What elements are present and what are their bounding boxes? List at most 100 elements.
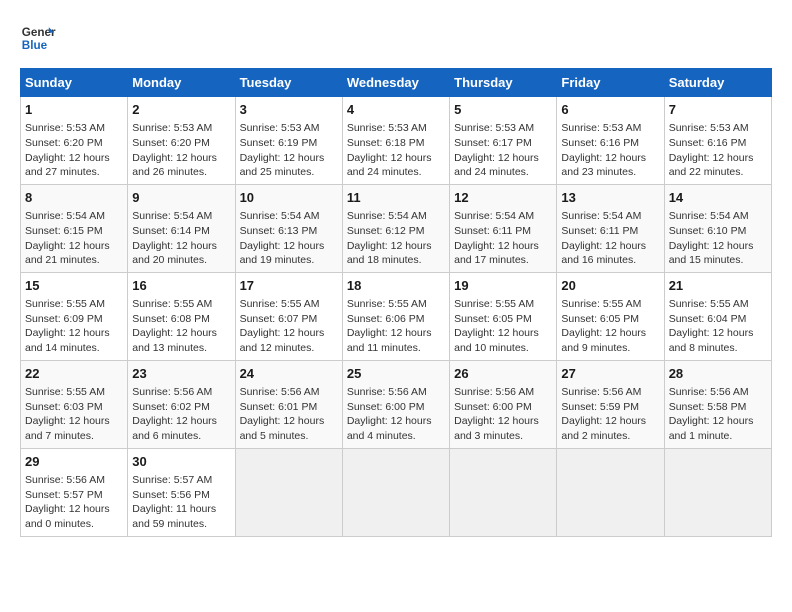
cell-text: Sunrise: 5:56 AM [347,385,445,400]
page-header: General Blue [20,20,772,56]
calendar-cell [557,448,664,536]
cell-text: Sunrise: 5:55 AM [240,297,338,312]
calendar-cell: 23Sunrise: 5:56 AMSunset: 6:02 PMDayligh… [128,360,235,448]
cell-text: Daylight: 12 hours and 20 minutes. [132,239,230,268]
calendar-cell: 7Sunrise: 5:53 AMSunset: 6:16 PMDaylight… [664,97,771,185]
calendar-cell: 4Sunrise: 5:53 AMSunset: 6:18 PMDaylight… [342,97,449,185]
cell-text: Daylight: 12 hours and 18 minutes. [347,239,445,268]
calendar-cell: 29Sunrise: 5:56 AMSunset: 5:57 PMDayligh… [21,448,128,536]
cell-text: Daylight: 12 hours and 23 minutes. [561,151,659,180]
calendar-cell: 21Sunrise: 5:55 AMSunset: 6:04 PMDayligh… [664,272,771,360]
cell-text: Sunset: 5:57 PM [25,488,123,503]
cell-text: Sunrise: 5:53 AM [669,121,767,136]
cell-text: Daylight: 12 hours and 14 minutes. [25,326,123,355]
cell-text: Daylight: 12 hours and 25 minutes. [240,151,338,180]
calendar-cell: 24Sunrise: 5:56 AMSunset: 6:01 PMDayligh… [235,360,342,448]
calendar-cell [664,448,771,536]
cell-text: Daylight: 12 hours and 15 minutes. [669,239,767,268]
cell-text: Sunset: 5:56 PM [132,488,230,503]
cell-text: Sunrise: 5:56 AM [561,385,659,400]
cell-text: Daylight: 12 hours and 10 minutes. [454,326,552,355]
cell-text: Sunset: 6:00 PM [347,400,445,415]
cell-text: Sunrise: 5:55 AM [454,297,552,312]
cell-text: Sunrise: 5:56 AM [454,385,552,400]
column-header-tuesday: Tuesday [235,69,342,97]
calendar-cell: 15Sunrise: 5:55 AMSunset: 6:09 PMDayligh… [21,272,128,360]
day-number: 26 [454,365,552,383]
logo: General Blue [20,20,56,56]
calendar-cell: 11Sunrise: 5:54 AMSunset: 6:12 PMDayligh… [342,184,449,272]
cell-text: Sunset: 5:58 PM [669,400,767,415]
calendar-cell: 22Sunrise: 5:55 AMSunset: 6:03 PMDayligh… [21,360,128,448]
cell-text: Sunset: 6:02 PM [132,400,230,415]
cell-text: Sunset: 6:05 PM [454,312,552,327]
svg-text:Blue: Blue [22,39,48,52]
cell-text: Sunrise: 5:54 AM [25,209,123,224]
calendar-cell: 19Sunrise: 5:55 AMSunset: 6:05 PMDayligh… [450,272,557,360]
cell-text: Sunrise: 5:55 AM [25,297,123,312]
cell-text: Sunrise: 5:54 AM [347,209,445,224]
day-number: 27 [561,365,659,383]
cell-text: Daylight: 12 hours and 22 minutes. [669,151,767,180]
column-header-friday: Friday [557,69,664,97]
cell-text: Sunset: 6:19 PM [240,136,338,151]
cell-text: Daylight: 12 hours and 6 minutes. [132,414,230,443]
calendar-cell: 14Sunrise: 5:54 AMSunset: 6:10 PMDayligh… [664,184,771,272]
cell-text: Daylight: 12 hours and 21 minutes. [25,239,123,268]
column-header-thursday: Thursday [450,69,557,97]
cell-text: Daylight: 12 hours and 16 minutes. [561,239,659,268]
cell-text: Sunrise: 5:55 AM [347,297,445,312]
calendar-cell: 20Sunrise: 5:55 AMSunset: 6:05 PMDayligh… [557,272,664,360]
column-header-saturday: Saturday [664,69,771,97]
cell-text: Daylight: 12 hours and 27 minutes. [25,151,123,180]
cell-text: Sunset: 6:13 PM [240,224,338,239]
cell-text: Sunset: 6:09 PM [25,312,123,327]
cell-text: Sunrise: 5:54 AM [561,209,659,224]
cell-text: Sunset: 6:08 PM [132,312,230,327]
day-number: 14 [669,189,767,207]
cell-text: Sunrise: 5:53 AM [347,121,445,136]
day-number: 1 [25,101,123,119]
cell-text: Sunset: 5:59 PM [561,400,659,415]
cell-text: Sunset: 6:00 PM [454,400,552,415]
cell-text: Sunset: 6:11 PM [454,224,552,239]
cell-text: Sunset: 6:20 PM [132,136,230,151]
cell-text: Sunrise: 5:54 AM [132,209,230,224]
day-number: 2 [132,101,230,119]
cell-text: Daylight: 12 hours and 2 minutes. [561,414,659,443]
calendar-cell: 16Sunrise: 5:55 AMSunset: 6:08 PMDayligh… [128,272,235,360]
day-number: 29 [25,453,123,471]
cell-text: Sunset: 6:07 PM [240,312,338,327]
cell-text: Sunset: 6:16 PM [561,136,659,151]
cell-text: Sunrise: 5:55 AM [25,385,123,400]
cell-text: Sunrise: 5:55 AM [132,297,230,312]
cell-text: Daylight: 12 hours and 12 minutes. [240,326,338,355]
day-number: 18 [347,277,445,295]
day-number: 5 [454,101,552,119]
calendar-cell [342,448,449,536]
cell-text: Sunrise: 5:55 AM [669,297,767,312]
cell-text: Sunrise: 5:54 AM [454,209,552,224]
cell-text: Daylight: 12 hours and 8 minutes. [669,326,767,355]
cell-text: Sunset: 6:04 PM [669,312,767,327]
day-number: 28 [669,365,767,383]
cell-text: Daylight: 12 hours and 11 minutes. [347,326,445,355]
cell-text: Sunrise: 5:56 AM [669,385,767,400]
cell-text: Daylight: 12 hours and 13 minutes. [132,326,230,355]
week-row-3: 22Sunrise: 5:55 AMSunset: 6:03 PMDayligh… [21,360,772,448]
cell-text: Daylight: 12 hours and 24 minutes. [454,151,552,180]
calendar-table: SundayMondayTuesdayWednesdayThursdayFrid… [20,68,772,537]
day-number: 25 [347,365,445,383]
calendar-cell: 3Sunrise: 5:53 AMSunset: 6:19 PMDaylight… [235,97,342,185]
cell-text: Sunrise: 5:56 AM [240,385,338,400]
cell-text: Sunrise: 5:53 AM [132,121,230,136]
cell-text: Sunset: 6:06 PM [347,312,445,327]
calendar-cell: 9Sunrise: 5:54 AMSunset: 6:14 PMDaylight… [128,184,235,272]
cell-text: Daylight: 12 hours and 7 minutes. [25,414,123,443]
cell-text: Sunrise: 5:57 AM [132,473,230,488]
column-header-wednesday: Wednesday [342,69,449,97]
cell-text: Sunset: 6:15 PM [25,224,123,239]
cell-text: Sunrise: 5:54 AM [240,209,338,224]
cell-text: Daylight: 12 hours and 17 minutes. [454,239,552,268]
calendar-cell [235,448,342,536]
